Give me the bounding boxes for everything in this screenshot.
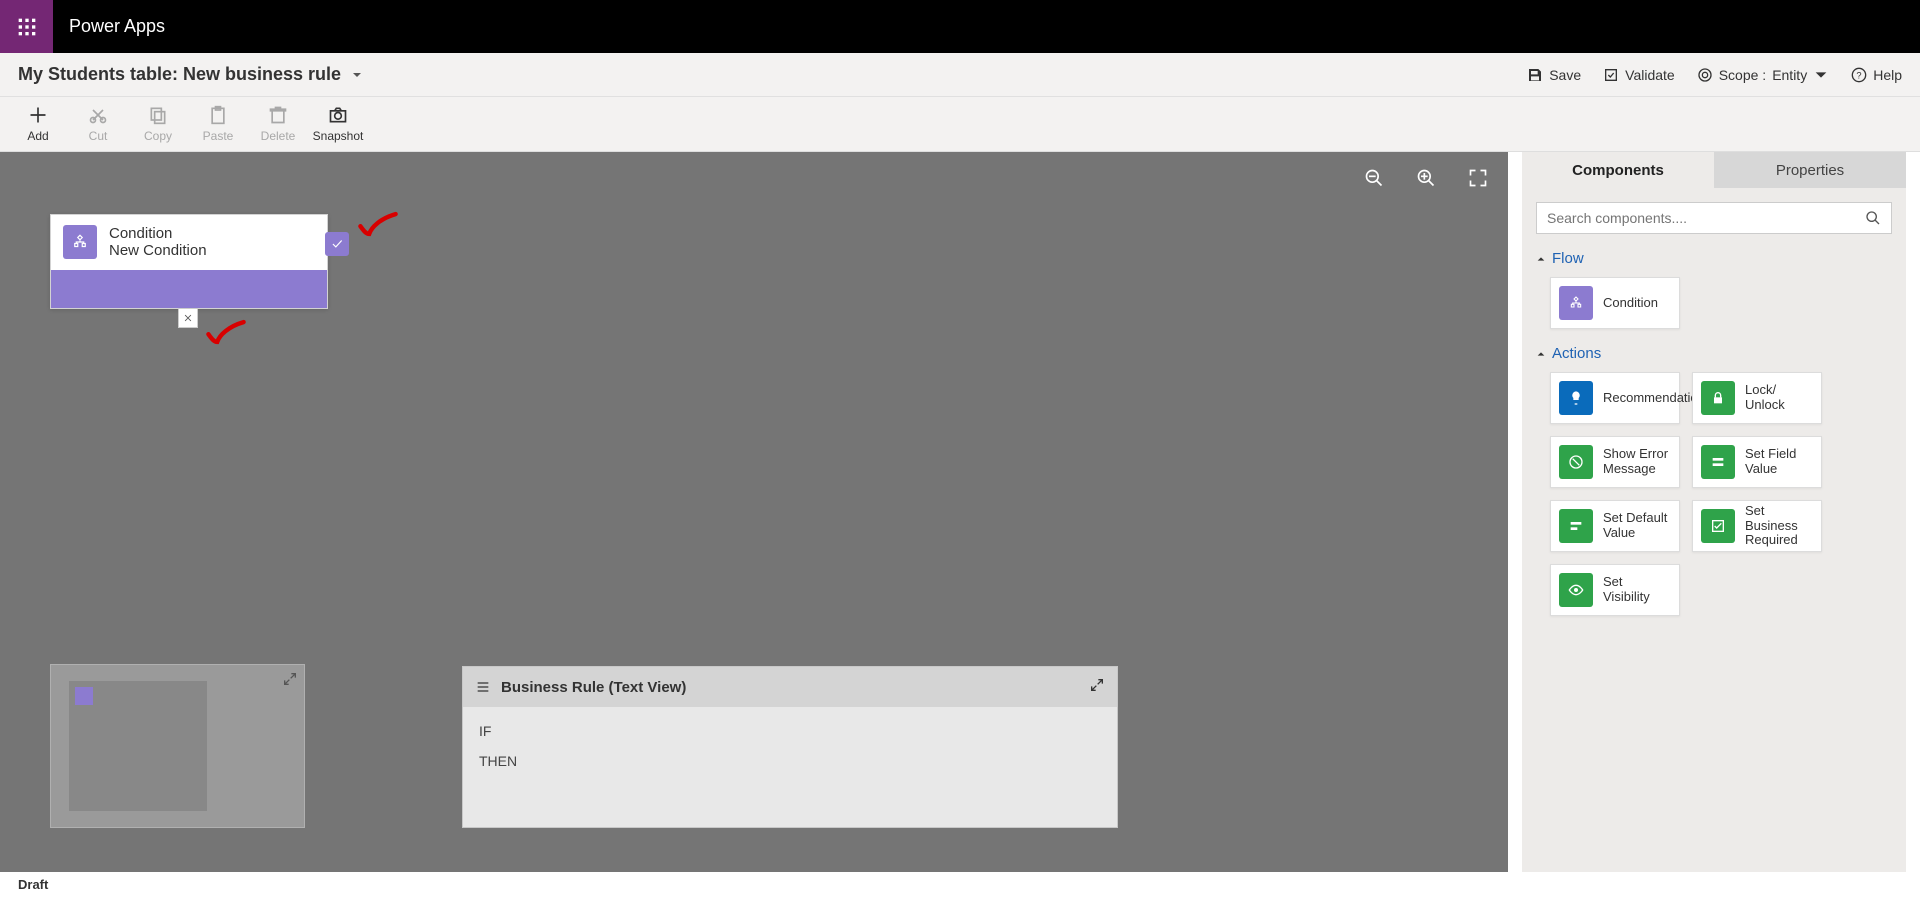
validate-label: Validate bbox=[1625, 67, 1675, 83]
status-text: Draft bbox=[18, 877, 48, 892]
node-action-bar bbox=[51, 270, 327, 308]
node-type: Condition bbox=[109, 225, 207, 242]
lock-icon bbox=[1701, 381, 1735, 415]
waffle-launcher[interactable] bbox=[0, 0, 53, 53]
condition-icon bbox=[1559, 286, 1593, 320]
component-set-business-required[interactable]: Set Business Required bbox=[1692, 500, 1822, 552]
scope-icon bbox=[1697, 67, 1713, 83]
scope-label: Scope : bbox=[1719, 67, 1766, 83]
delete-icon bbox=[268, 105, 288, 125]
titlebar: Power Apps bbox=[0, 0, 1920, 53]
help-button[interactable]: ? Help bbox=[1851, 67, 1902, 83]
breadcrumb[interactable]: My Students table: New business rule bbox=[18, 64, 363, 85]
component-show-error[interactable]: Show Error Message bbox=[1550, 436, 1680, 488]
recommendation-icon bbox=[1559, 381, 1593, 415]
collapse-icon bbox=[1536, 349, 1546, 359]
section-flow[interactable]: Flow bbox=[1536, 250, 1892, 267]
section-actions[interactable]: Actions bbox=[1536, 345, 1892, 362]
annotation-check bbox=[204, 318, 248, 346]
scope-selector[interactable]: Scope : Entity bbox=[1697, 67, 1830, 83]
tab-components[interactable]: Components bbox=[1522, 152, 1714, 188]
component-set-default-value[interactable]: Set Default Value bbox=[1550, 500, 1680, 552]
delete-button[interactable]: Delete bbox=[248, 105, 308, 143]
help-icon: ? bbox=[1851, 67, 1867, 83]
save-icon bbox=[1527, 67, 1543, 83]
side-tabs: Components Properties bbox=[1522, 152, 1906, 188]
search-icon bbox=[1865, 210, 1881, 226]
paste-icon bbox=[208, 105, 228, 125]
component-lock-unlock[interactable]: Lock/ Unlock bbox=[1692, 372, 1822, 424]
copy-icon bbox=[148, 105, 168, 125]
cut-icon bbox=[88, 105, 108, 125]
cut-button[interactable]: Cut bbox=[68, 105, 128, 143]
textview-popout-button[interactable] bbox=[1089, 677, 1105, 697]
zoom-controls bbox=[1364, 168, 1488, 188]
field-value-icon bbox=[1701, 445, 1735, 479]
breadcrumb-text: My Students table: New business rule bbox=[18, 64, 341, 85]
plus-icon bbox=[28, 105, 48, 125]
status-bar: Draft bbox=[0, 872, 1920, 897]
component-set-field-value[interactable]: Set Field Value bbox=[1692, 436, 1822, 488]
zoom-in-icon bbox=[1416, 168, 1436, 188]
component-recommendation[interactable]: Recommendation bbox=[1550, 372, 1680, 424]
minimap-node-icon bbox=[75, 687, 93, 705]
help-label: Help bbox=[1873, 67, 1902, 83]
annotation-check bbox=[356, 210, 400, 238]
zoom-out-icon bbox=[1364, 168, 1384, 188]
validate-icon bbox=[1603, 67, 1619, 83]
false-path-handle[interactable] bbox=[178, 308, 198, 328]
save-button[interactable]: Save bbox=[1527, 67, 1581, 83]
popout-icon bbox=[1089, 677, 1105, 693]
designer-canvas[interactable]: Condition New Condition bbox=[0, 152, 1508, 872]
visibility-icon bbox=[1559, 573, 1593, 607]
textview-if: IF bbox=[479, 723, 1101, 739]
chevron-down-icon bbox=[351, 69, 363, 81]
save-label: Save bbox=[1549, 67, 1581, 83]
collapse-icon bbox=[1536, 254, 1546, 264]
condition-node-icon bbox=[63, 225, 97, 259]
search-input[interactable] bbox=[1547, 210, 1865, 226]
snapshot-button[interactable]: Snapshot bbox=[308, 105, 368, 143]
minimap-expand-icon[interactable] bbox=[282, 671, 298, 687]
svg-text:?: ? bbox=[1857, 70, 1862, 80]
required-icon bbox=[1701, 509, 1735, 543]
tab-properties[interactable]: Properties bbox=[1714, 152, 1906, 188]
zoom-in-button[interactable] bbox=[1416, 168, 1436, 188]
chevron-down-icon bbox=[1813, 67, 1829, 83]
textview-panel: Business Rule (Text View) IF THEN bbox=[462, 666, 1118, 828]
validate-button[interactable]: Validate bbox=[1603, 67, 1675, 83]
node-name: New Condition bbox=[109, 242, 207, 259]
search-box[interactable] bbox=[1536, 202, 1892, 234]
side-panel: Components Properties Flow Condition bbox=[1522, 152, 1906, 872]
component-set-visibility[interactable]: Set Visibility bbox=[1550, 564, 1680, 616]
add-button[interactable]: Add bbox=[8, 105, 68, 143]
error-icon bbox=[1559, 445, 1593, 479]
paste-button[interactable]: Paste bbox=[188, 105, 248, 143]
list-icon bbox=[475, 679, 491, 695]
fit-screen-button[interactable] bbox=[1468, 168, 1488, 188]
subheader: My Students table: New business rule Sav… bbox=[0, 53, 1920, 97]
scope-value: Entity bbox=[1772, 67, 1807, 83]
minimap[interactable] bbox=[50, 664, 305, 828]
fit-icon bbox=[1468, 168, 1488, 188]
default-value-icon bbox=[1559, 509, 1593, 543]
zoom-out-button[interactable] bbox=[1364, 168, 1384, 188]
camera-icon bbox=[328, 105, 348, 125]
component-condition[interactable]: Condition bbox=[1550, 277, 1680, 329]
textview-then: THEN bbox=[479, 753, 1101, 769]
main-row: Condition New Condition bbox=[0, 152, 1920, 872]
toolbar: Add Cut Copy Paste Delete Snapshot bbox=[0, 97, 1920, 152]
true-path-handle[interactable] bbox=[325, 232, 349, 256]
copy-button[interactable]: Copy bbox=[128, 105, 188, 143]
app-title: Power Apps bbox=[69, 16, 165, 37]
textview-title: Business Rule (Text View) bbox=[501, 679, 686, 696]
condition-node[interactable]: Condition New Condition bbox=[50, 214, 328, 309]
